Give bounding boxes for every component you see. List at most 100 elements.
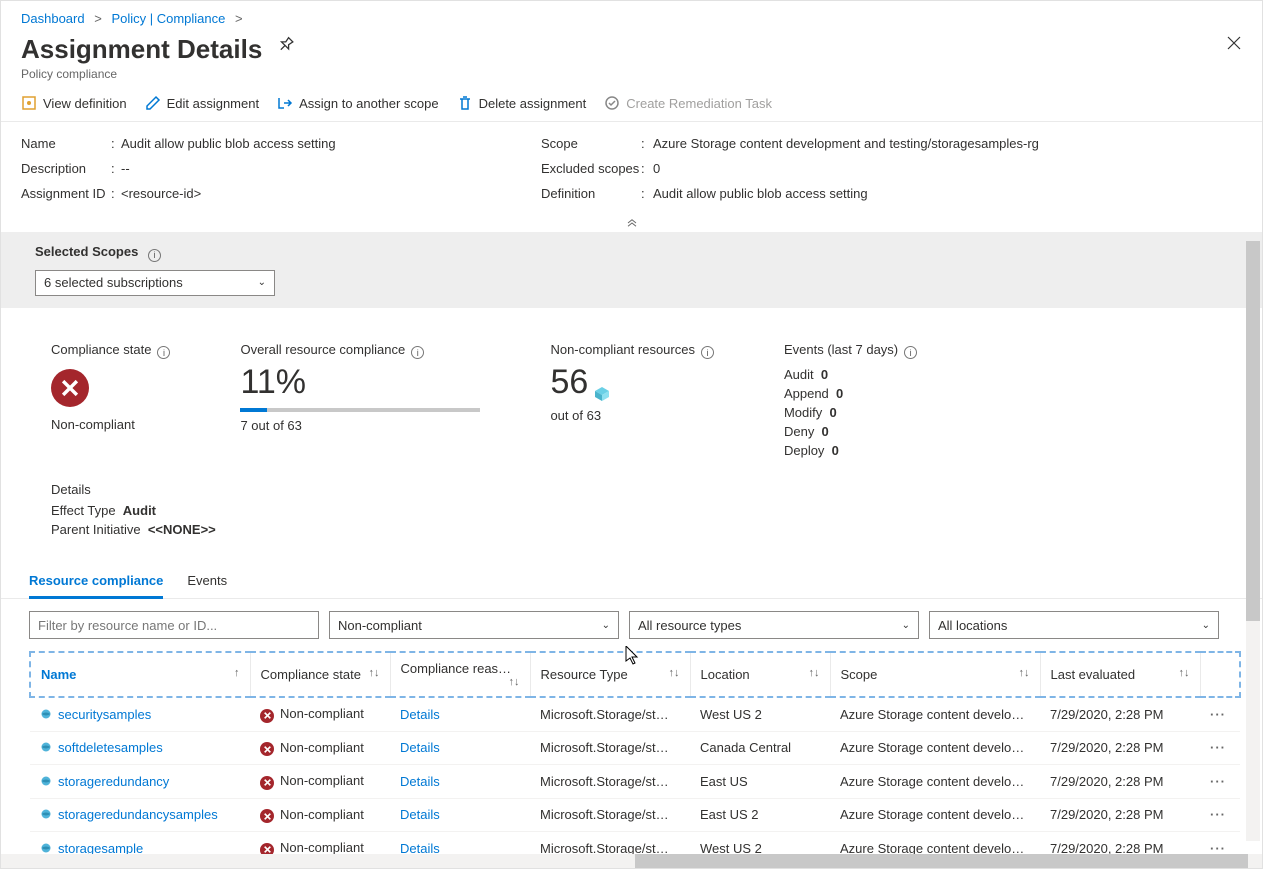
compliance-state-text: Non-compliant	[51, 417, 170, 432]
prop-name-value: Audit allow public blob access setting	[121, 136, 541, 151]
trash-icon	[457, 95, 473, 111]
effect-value: Audit	[123, 503, 156, 518]
pencil-icon	[145, 95, 161, 111]
details-link[interactable]: Details	[400, 774, 440, 789]
cell-scope: Azure Storage content developme…	[830, 697, 1040, 731]
parent-label: Parent Initiative	[51, 522, 141, 537]
chevron-down-icon: ⌄	[902, 620, 910, 631]
col-state[interactable]: Compliance state↑↓	[250, 652, 390, 697]
resource-table: Name↑ Compliance state↑↓ Compliance reas…	[29, 651, 1241, 866]
cell-location: East US	[690, 765, 830, 799]
event-row: Deploy 0	[784, 443, 917, 458]
event-row: Modify 0	[784, 405, 917, 420]
collapse-toggle[interactable]	[1, 213, 1262, 232]
info-icon[interactable]: i	[148, 249, 161, 262]
resource-link[interactable]: storageredundancysamples	[58, 807, 218, 822]
edit-assignment-button[interactable]: Edit assignment	[145, 95, 260, 111]
col-scope[interactable]: Scope↑↓	[830, 652, 1040, 697]
info-icon[interactable]: i	[904, 346, 917, 359]
col-name[interactable]: Name↑	[30, 652, 250, 697]
resource-icon	[40, 708, 52, 720]
tab-events[interactable]: Events	[187, 565, 227, 598]
details-link[interactable]: Details	[400, 740, 440, 755]
col-last[interactable]: Last evaluated↑↓	[1040, 652, 1200, 697]
non-compliant-icon	[260, 709, 274, 723]
info-icon[interactable]: i	[157, 346, 170, 359]
table-row[interactable]: storageredundancysamplesNon-compliantDet…	[30, 798, 1240, 832]
view-definition-button[interactable]: View definition	[21, 95, 127, 111]
table-row[interactable]: softdeletesamplesNon-compliantDetailsMic…	[30, 731, 1240, 765]
row-menu-button[interactable]: ···	[1210, 774, 1226, 789]
delete-assignment-button[interactable]: Delete assignment	[457, 95, 587, 111]
breadcrumb-policy[interactable]: Policy | Compliance	[111, 11, 225, 26]
cell-scope: Azure Storage content developme…	[830, 798, 1040, 832]
details-header: Details	[51, 482, 1212, 497]
non-compliant-icon	[260, 776, 274, 790]
page-subtitle: Policy compliance	[21, 67, 292, 81]
resource-icon	[40, 775, 52, 787]
view-definition-icon	[21, 95, 37, 111]
col-location[interactable]: Location↑↓	[690, 652, 830, 697]
non-compliant-metric: Non-compliant resourcesi 56 out of 63	[550, 342, 714, 463]
event-row: Deny 0	[784, 424, 917, 439]
tab-resource-compliance[interactable]: Resource compliance	[29, 565, 163, 599]
compliance-state-metric: Compliance statei Non-compliant	[51, 342, 170, 463]
info-icon[interactable]: i	[411, 346, 424, 359]
prop-aid-label: Assignment ID	[21, 186, 111, 201]
horizontal-scrollbar[interactable]	[1, 854, 1262, 868]
cell-location: Canada Central	[690, 731, 830, 765]
assign-scope-icon	[277, 95, 293, 111]
resource-icon	[40, 842, 52, 854]
remediation-icon	[604, 95, 620, 111]
cell-type: Microsoft.Storage/st…	[530, 765, 690, 799]
filter-locations-dropdown[interactable]: All locations⌄	[929, 611, 1219, 639]
non-compliant-sub: out of 63	[550, 408, 714, 423]
details-link[interactable]: Details	[400, 707, 440, 722]
cell-type: Microsoft.Storage/st…	[530, 697, 690, 731]
col-reason[interactable]: Compliance reas…↑↓	[390, 652, 530, 697]
details-link[interactable]: Details	[400, 807, 440, 822]
parent-value: <<NONE>>	[148, 522, 216, 537]
selected-scopes-dropdown[interactable]: 6 selected subscriptions ⌄	[35, 270, 275, 296]
non-compliant-count: 56	[550, 363, 588, 402]
row-menu-button[interactable]: ···	[1210, 740, 1226, 755]
filter-name-input[interactable]: Filter by resource name or ID...	[29, 611, 319, 639]
event-row: Audit 0	[784, 367, 917, 382]
prop-def-label: Definition	[541, 186, 641, 201]
resource-link[interactable]: securitysamples	[58, 707, 151, 722]
table-row[interactable]: securitysamplesNon-compliantDetailsMicro…	[30, 697, 1240, 731]
cell-scope: Azure Storage content developme…	[830, 765, 1040, 799]
cell-scope: Azure Storage content developme…	[830, 731, 1040, 765]
resource-link[interactable]: storageredundancy	[58, 774, 169, 789]
info-icon[interactable]: i	[701, 346, 714, 359]
non-compliant-icon	[260, 742, 274, 756]
overall-sub: 7 out of 63	[240, 418, 480, 433]
cell-location: West US 2	[690, 697, 830, 731]
row-menu-button[interactable]: ···	[1210, 707, 1226, 722]
selected-scopes-label: Selected Scopes	[35, 244, 138, 259]
cell-location: East US 2	[690, 798, 830, 832]
filter-types-dropdown[interactable]: All resource types⌄	[629, 611, 919, 639]
event-row: Append 0	[784, 386, 917, 401]
table-row[interactable]: storageredundancyNon-compliantDetailsMic…	[30, 765, 1240, 799]
pin-icon[interactable]	[271, 33, 297, 59]
assign-scope-button[interactable]: Assign to another scope	[277, 95, 438, 111]
table-header-row: Name↑ Compliance state↑↓ Compliance reas…	[30, 652, 1240, 697]
row-menu-button[interactable]: ···	[1210, 807, 1226, 822]
cell-last: 7/29/2020, 2:28 PM	[1040, 697, 1200, 731]
breadcrumb-dashboard[interactable]: Dashboard	[21, 11, 85, 26]
resource-link[interactable]: softdeletesamples	[58, 740, 163, 755]
overall-percent: 11%	[240, 363, 480, 402]
resource-icon	[40, 741, 52, 753]
chevron-down-icon: ⌄	[602, 620, 610, 631]
prop-desc-label: Description	[21, 161, 111, 176]
prop-name-label: Name	[21, 136, 111, 151]
close-button[interactable]	[1226, 34, 1242, 57]
non-compliant-icon	[260, 809, 274, 823]
cell-last: 7/29/2020, 2:28 PM	[1040, 731, 1200, 765]
filter-state-dropdown[interactable]: Non-compliant⌄	[329, 611, 619, 639]
create-remediation-button: Create Remediation Task	[604, 95, 772, 111]
cell-last: 7/29/2020, 2:28 PM	[1040, 765, 1200, 799]
col-type[interactable]: Resource Type↑↓	[530, 652, 690, 697]
cell-last: 7/29/2020, 2:28 PM	[1040, 798, 1200, 832]
